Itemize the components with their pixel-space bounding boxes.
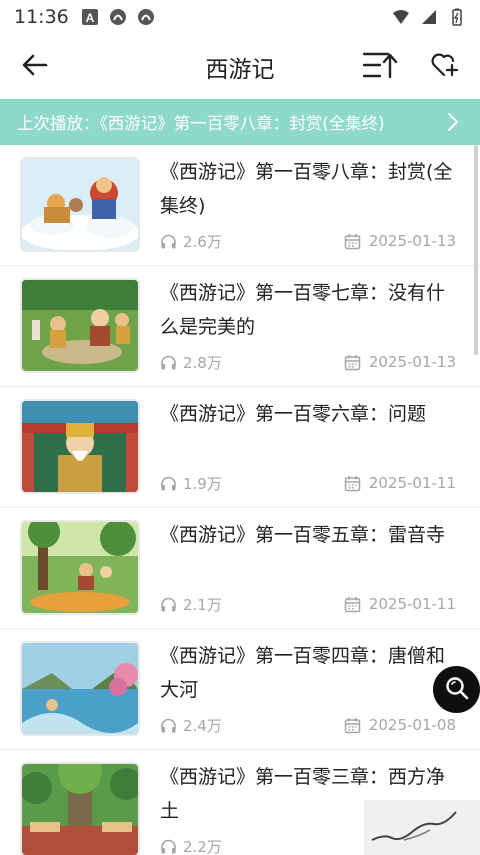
release-date: 2025-01-08 <box>368 716 456 734</box>
episode-item[interactable]: 《西游记》第一百零五章：雷音寺 2.1万 2025-01-11 <box>0 508 480 629</box>
calendar-icon <box>344 596 361 613</box>
app-bar: 西游记 <box>0 34 480 98</box>
last-play-text: 上次播放：《西游记》第一百零八章：封赏(全集终) <box>17 114 385 133</box>
chevron-right-icon <box>446 112 460 132</box>
headphones-icon <box>160 354 177 371</box>
heart-add-icon <box>430 52 460 82</box>
episode-title: 《西游记》第一百零六章：问题 <box>160 403 427 425</box>
play-count: 2.8万 <box>183 353 222 372</box>
episode-title: 《西游记》第一百零八章：封赏(全集终) <box>160 161 453 217</box>
headphones-icon <box>160 717 177 734</box>
release-date: 2025-01-11 <box>368 474 456 492</box>
play-count: 2.2万 <box>183 837 222 855</box>
page-title: 西游记 <box>205 57 275 83</box>
episode-item[interactable]: 《西游记》第一百零七章：没有什么是完美的 2.8万 2025-01-13 <box>0 266 480 387</box>
a-notification-icon: A <box>81 8 99 26</box>
release-date: 2025-01-11 <box>368 595 456 613</box>
wifi-icon <box>392 8 410 26</box>
episode-thumbnail <box>20 278 140 373</box>
episode-title: 《西游记》第一百零五章：雷音寺 <box>160 524 446 546</box>
battery-icon <box>448 8 466 26</box>
episode-thumbnail <box>20 641 140 736</box>
calendar-icon <box>344 233 361 250</box>
episode-meta: 2.6万 2025-01-13 <box>160 231 456 251</box>
status-bar: 11:36 A <box>0 0 480 34</box>
episode-meta: 1.9万 2025-01-11 <box>160 473 456 493</box>
episode-title: 《西游记》第一百零七章：没有什么是完美的 <box>160 282 446 338</box>
episode-thumbnail <box>20 520 140 615</box>
play-count: 1.9万 <box>183 474 222 493</box>
headphones-icon <box>160 838 177 855</box>
episode-thumbnail <box>20 762 140 855</box>
episode-thumbnail <box>20 399 140 494</box>
episode-list: 《西游记》第一百零八章：封赏(全集终) 2.6万 2025-01-13 《西游记… <box>0 145 480 855</box>
mini-player-wave-graphic <box>371 811 457 841</box>
favorite-button[interactable] <box>428 50 462 84</box>
release-date: 2025-01-13 <box>368 232 456 250</box>
headphones-icon <box>160 596 177 613</box>
episode-title: 《西游记》第一百零四章：唐僧和大河 <box>160 645 446 701</box>
episode-item[interactable]: 《西游记》第一百零八章：封赏(全集终) 2.6万 2025-01-13 <box>0 145 480 266</box>
last-play-banner[interactable]: 上次播放：《西游记》第一百零八章：封赏(全集终) <box>0 99 480 145</box>
episode-meta: 2.8万 2025-01-13 <box>160 352 456 372</box>
mini-player[interactable] <box>364 800 480 855</box>
svg-text:A: A <box>85 11 94 25</box>
calendar-icon <box>344 354 361 371</box>
ghost-app-icon <box>137 8 155 26</box>
status-time: 11:36 <box>14 6 69 28</box>
play-count: 2.4万 <box>183 716 222 735</box>
play-count: 2.1万 <box>183 595 222 614</box>
episode-meta: 2.4万 2025-01-08 <box>160 715 456 735</box>
ghost-app-icon <box>109 8 127 26</box>
episode-thumbnail <box>20 157 140 252</box>
episode-item[interactable]: 《西游记》第一百零四章：唐僧和大河 2.4万 2025-01-08 <box>0 629 480 750</box>
headphones-icon <box>160 233 177 250</box>
back-button[interactable] <box>18 50 52 84</box>
headphones-icon <box>160 475 177 492</box>
sort-button[interactable] <box>360 48 400 86</box>
search-button[interactable] <box>433 666 480 713</box>
episode-meta: 2.1万 2025-01-11 <box>160 594 456 614</box>
play-count: 2.6万 <box>183 232 222 251</box>
signal-icon <box>420 8 438 26</box>
calendar-icon <box>344 475 361 492</box>
sort-icon <box>362 50 398 84</box>
back-arrow-icon <box>22 54 48 80</box>
scrollbar[interactable] <box>474 145 478 355</box>
episode-item[interactable]: 《西游记》第一百零六章：问题 1.9万 2025-01-11 <box>0 387 480 508</box>
release-date: 2025-01-13 <box>368 353 456 371</box>
search-icon <box>444 675 470 705</box>
calendar-icon <box>344 717 361 734</box>
